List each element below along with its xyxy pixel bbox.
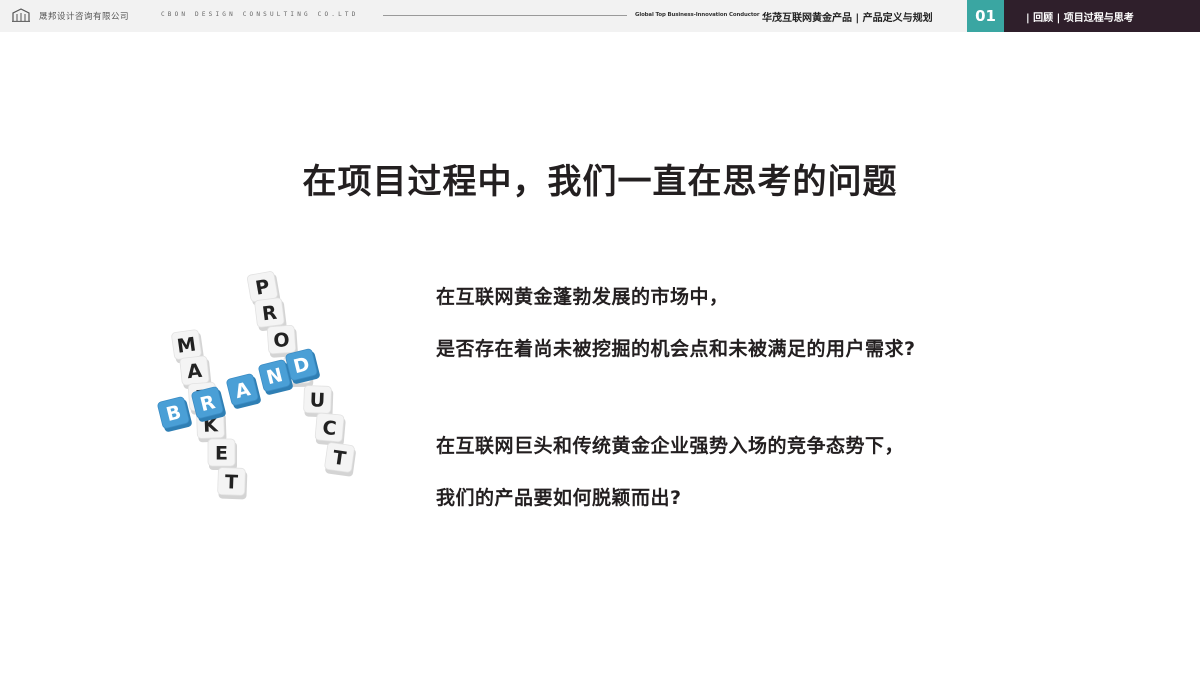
section-label: | 回顾 | 项目过程与思考 (1004, 0, 1200, 32)
brand-letter-cube: B (157, 396, 192, 432)
page-title: 在项目过程中，我们一直在思考的问题 (302, 162, 898, 202)
svg-text:C: C (322, 417, 338, 440)
company-name-cn: 晟邦设计咨询有限公司 (39, 12, 130, 22)
letter-cubes-illustration: MARKETPRODUCTBRAND (157, 271, 356, 500)
market-letter-cube: T (217, 467, 248, 500)
product-letter-cube: T (324, 442, 356, 477)
svg-text:E: E (215, 443, 228, 465)
svg-text:T: T (225, 471, 239, 493)
project-title: 华茂互联网黄金产品 | 产品定义与规划 (762, 13, 933, 24)
brand-letter-cube: A (226, 373, 261, 409)
paragraph-line-1: 在互联网黄金蓬勃发展的市场中， (436, 286, 729, 308)
market-letter-cube: E (207, 438, 237, 470)
product-letter-cube: C (314, 412, 346, 446)
svg-text:U: U (309, 389, 325, 412)
svg-text:A: A (186, 360, 203, 383)
header-divider (383, 15, 627, 16)
svg-text:M: M (176, 333, 198, 357)
paragraph-line-3: 在互联网巨头和传统黄金企业强势入场的竞争态势下， (436, 435, 905, 457)
paragraph-line-4: 我们的产品要如何脱颖而出? (436, 487, 682, 509)
svg-text:R: R (261, 302, 279, 326)
company-name-en: CBON DESIGN CONSULTING CO.LTD (161, 11, 359, 18)
header-bar: 晟邦设计咨询有限公司 CBON DESIGN CONSULTING CO.LTD… (0, 0, 1200, 32)
product-letter-cube: U (303, 385, 334, 418)
svg-text:O: O (273, 329, 291, 352)
section-number-badge: 01 (967, 0, 1004, 32)
tagline: Global Top Business-Innovation Conductor (635, 12, 760, 18)
paragraph-line-2: 是否存在着尚未被挖掘的机会点和未被满足的用户需求? (436, 338, 916, 360)
building-logo-icon (12, 8, 30, 22)
